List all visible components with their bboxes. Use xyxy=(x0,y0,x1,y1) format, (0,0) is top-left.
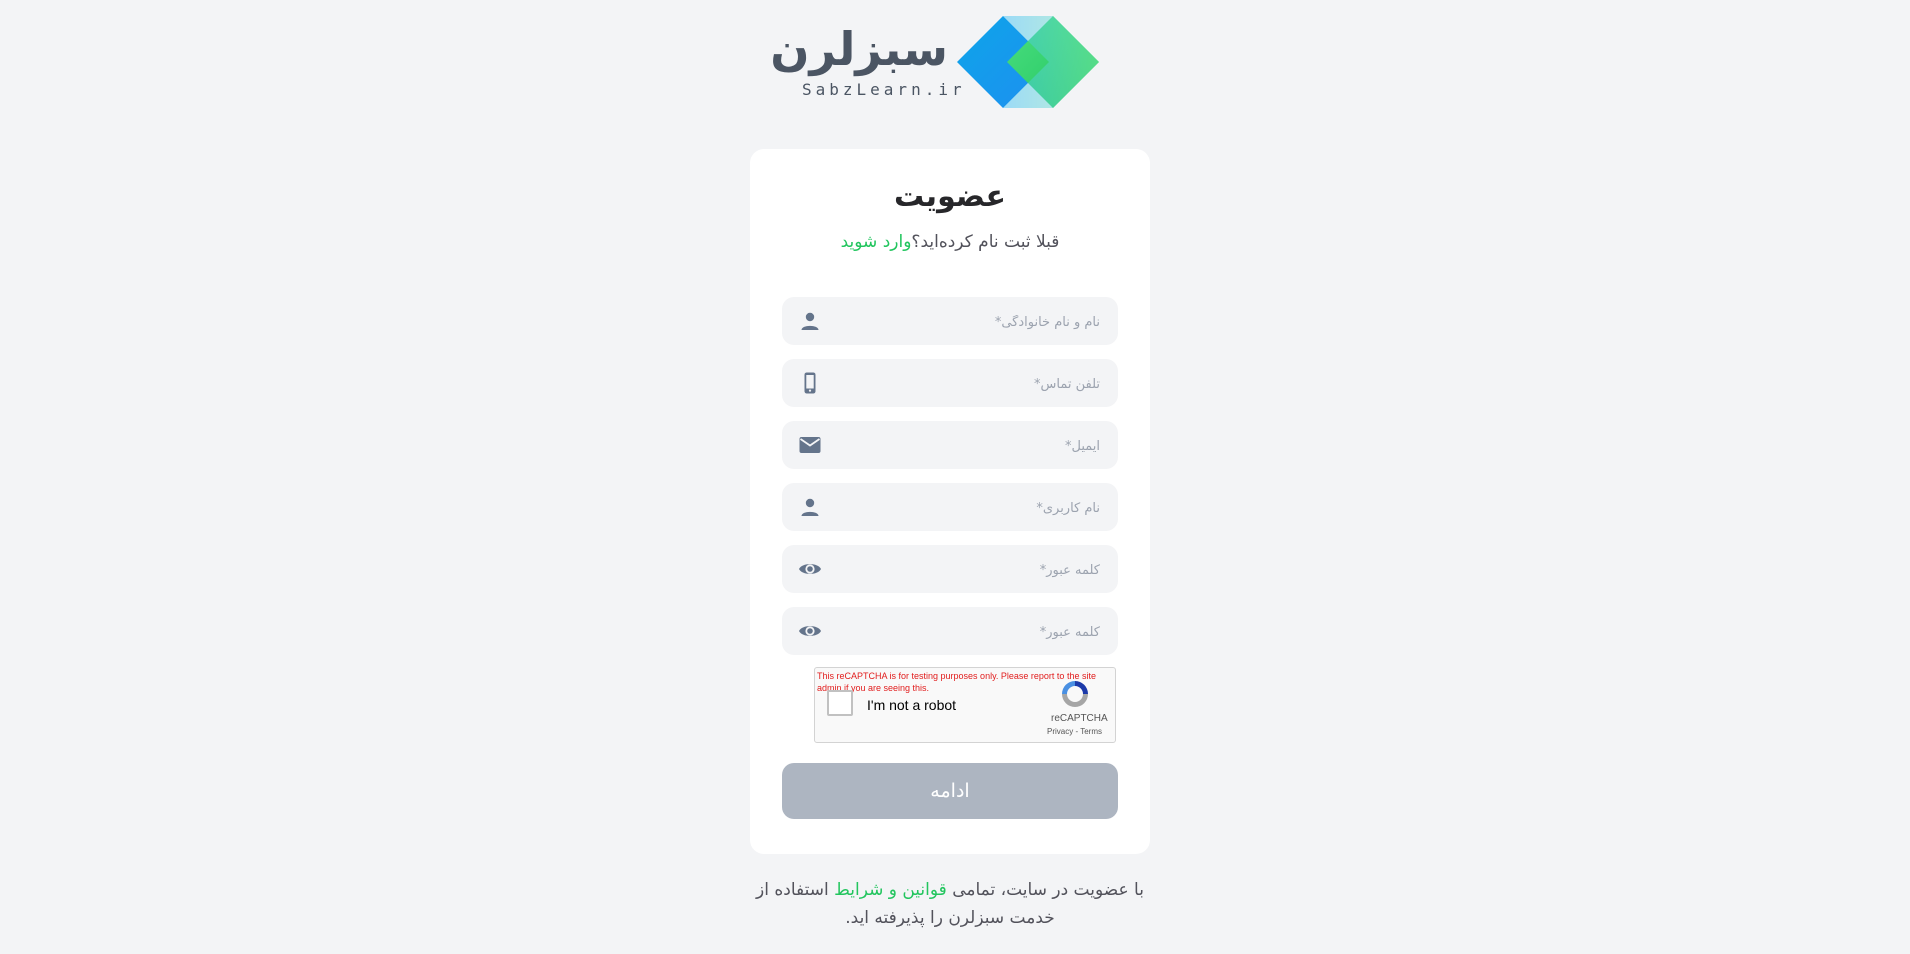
recaptcha-brand: reCAPTCHA xyxy=(1051,713,1108,724)
password-field[interactable] xyxy=(782,545,1118,595)
login-link[interactable]: وارد شوید xyxy=(841,232,912,252)
email-input[interactable] xyxy=(838,421,1102,471)
logo-mark-icon xyxy=(957,16,1099,108)
page-title: عضویت xyxy=(894,179,1006,214)
recaptcha-widget: This reCAPTCHA is for testing purposes o… xyxy=(814,667,1116,743)
phone-input[interactable] xyxy=(838,359,1102,409)
terms-link[interactable]: قوانین و شرایط xyxy=(834,880,947,900)
recaptcha-links: Privacy - Terms xyxy=(1047,727,1102,736)
username-field[interactable] xyxy=(782,483,1118,533)
privacy-link[interactable]: Privacy xyxy=(1047,727,1073,736)
terms-text-before: با عضویت در سایت، تمامی xyxy=(946,880,1144,900)
recaptcha-checkbox[interactable] xyxy=(827,690,853,716)
user-icon xyxy=(801,312,819,330)
password-input[interactable] xyxy=(838,545,1102,595)
logo-text-fa: سبزلرن xyxy=(770,22,949,76)
phone-icon xyxy=(804,372,816,394)
username-input[interactable] xyxy=(838,483,1102,533)
confirm-password-field[interactable] xyxy=(782,607,1118,657)
logo-text-en: SabzLearn.ir xyxy=(802,80,966,99)
recaptcha-separator: - xyxy=(1075,727,1079,736)
user-icon xyxy=(801,498,819,516)
terms-link[interactable]: Terms xyxy=(1080,727,1102,736)
recaptcha-label: I'm not a robot xyxy=(867,697,957,713)
eye-icon[interactable] xyxy=(798,619,822,643)
continue-button[interactable]: ادامه xyxy=(782,763,1118,819)
signup-card: عضویت قبلا ثبت نام کرده‌اید؟وارد شوید Th… xyxy=(750,149,1150,854)
login-prompt: قبلا ثبت نام کرده‌اید؟وارد شوید xyxy=(750,232,1150,252)
phone-field[interactable] xyxy=(782,359,1118,409)
terms-notice: با عضویت در سایت، تمامی قوانین و شرایط ا… xyxy=(740,876,1160,932)
mail-icon xyxy=(799,437,821,453)
email-field[interactable] xyxy=(782,421,1118,471)
fullname-input[interactable] xyxy=(838,297,1102,347)
site-logo[interactable]: سبزلرن SabzLearn.ir xyxy=(770,14,1100,114)
recaptcha-logo-icon xyxy=(1062,681,1088,707)
eye-icon[interactable] xyxy=(798,557,822,581)
fullname-field[interactable] xyxy=(782,297,1118,347)
login-prompt-text: قبلا ثبت نام کرده‌اید؟ xyxy=(911,232,1060,252)
confirm-password-input[interactable] xyxy=(838,607,1102,657)
